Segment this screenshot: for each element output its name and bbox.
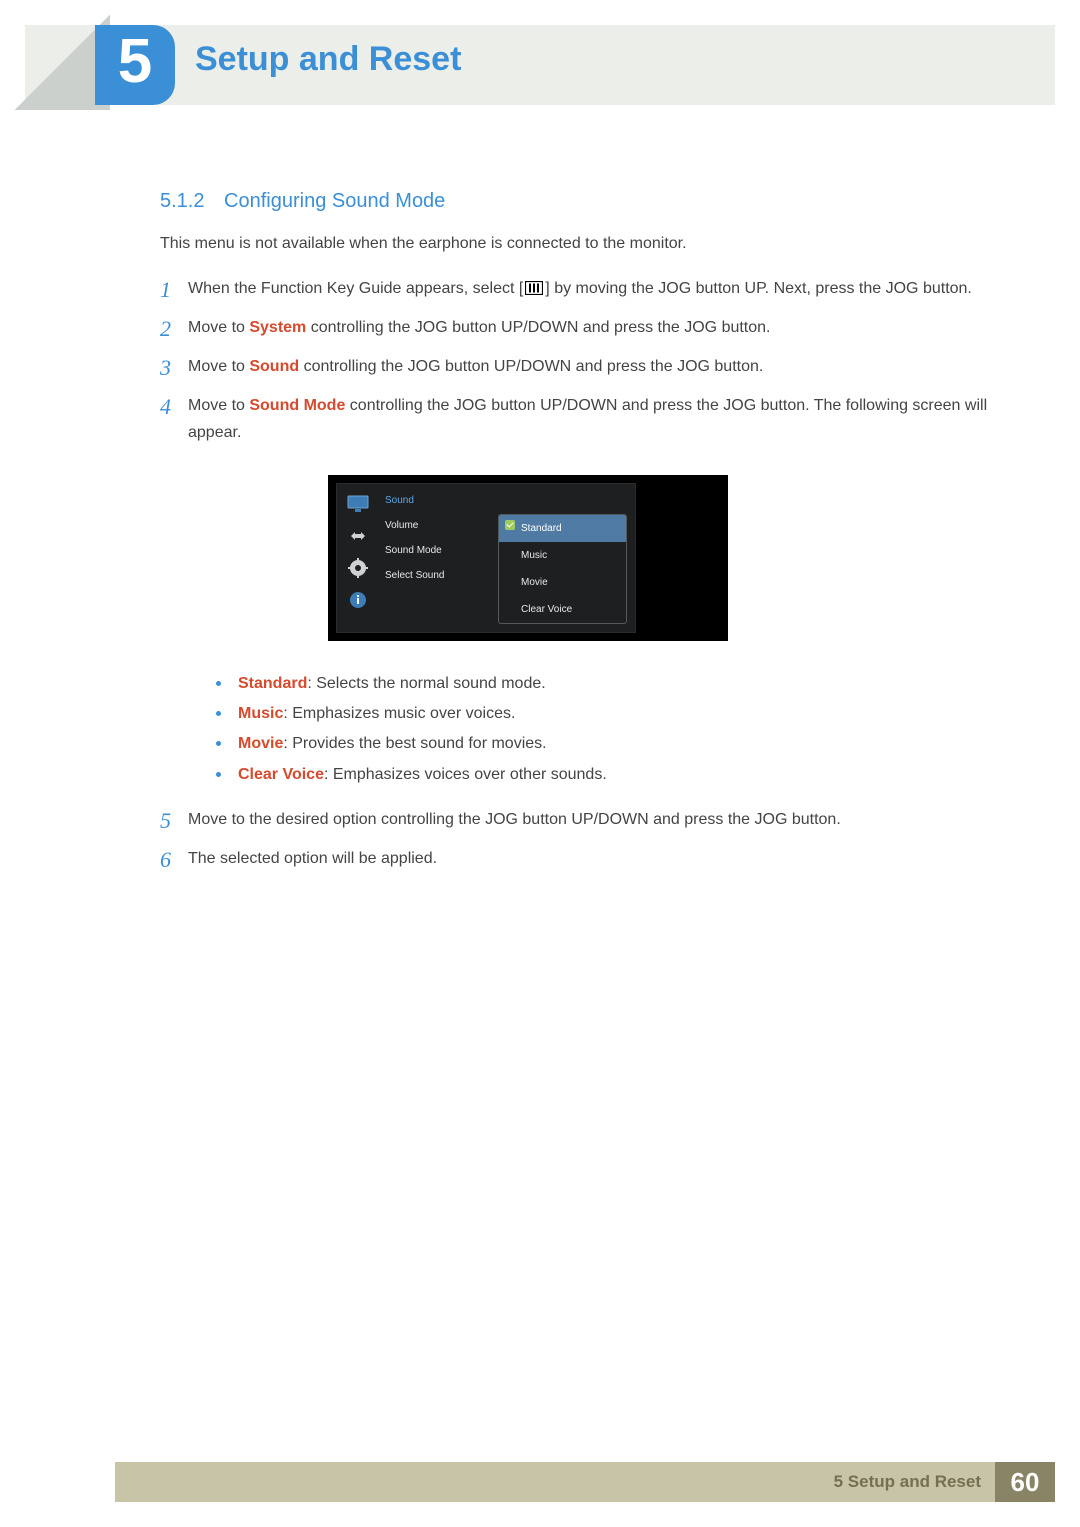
osd-options-column: Standard Music Movie Clear Voice xyxy=(494,484,635,632)
step-3-keyword: Sound xyxy=(249,358,299,375)
step-3: Move to Sound controlling the JOG button… xyxy=(160,353,990,380)
step-4: Move to Sound Mode controlling the JOG b… xyxy=(160,392,990,790)
osd-option-standard: Standard xyxy=(499,515,626,542)
gear-icon xyxy=(347,558,369,578)
step-2-text-b: controlling the JOG button UP/DOWN and p… xyxy=(306,319,770,336)
desc-clear-voice: Clear Voice: Emphasizes voices over othe… xyxy=(216,760,990,790)
osd-options-list: Standard Music Movie Clear Voice xyxy=(498,514,627,624)
osd-menu-volume: Volume xyxy=(385,517,484,534)
osd-sidebar xyxy=(337,484,379,632)
step-6: The selected option will be applied. xyxy=(160,845,990,872)
step-5: Move to the desired option controlling t… xyxy=(160,806,990,833)
footer-label: 5 Setup and Reset xyxy=(834,1472,995,1492)
osd-option-clear-voice: Clear Voice xyxy=(499,596,626,623)
osd-menu-column: Sound Volume Sound Mode Select Sound xyxy=(379,484,494,632)
header-bar xyxy=(25,25,1055,105)
desc-standard: Standard: Selects the normal sound mode. xyxy=(216,669,990,699)
desc-standard-text: : Selects the normal sound mode. xyxy=(307,675,545,692)
footer-page-number: 60 xyxy=(995,1462,1055,1502)
footer-bar: 5 Setup and Reset 60 xyxy=(115,1462,1055,1502)
manual-page: 5 Setup and Reset 5.1.2 Configuring Soun… xyxy=(0,0,1080,1527)
section-heading: 5.1.2 Configuring Sound Mode xyxy=(160,190,990,213)
osd-menu-sound-mode: Sound Mode xyxy=(385,542,484,559)
step-1-text-b: ] by moving the JOG button UP. Next, pre… xyxy=(545,280,972,297)
desc-clear-voice-kw: Clear Voice xyxy=(238,766,324,783)
desc-music: Music: Emphasizes music over voices. xyxy=(216,699,990,729)
step-4-text-a: Move to xyxy=(188,397,249,414)
step-1-text-a: When the Function Key Guide appears, sel… xyxy=(188,280,523,297)
step-2-keyword: System xyxy=(249,319,306,336)
step-2: Move to System controlling the JOG butto… xyxy=(160,314,990,341)
step-3-text-a: Move to xyxy=(188,358,249,375)
steps-list: When the Function Key Guide appears, sel… xyxy=(160,275,990,873)
osd-panel: Sound Volume Sound Mode Select Sound Sta… xyxy=(336,483,636,633)
arrows-icon xyxy=(347,526,369,546)
step-3-text-b: controlling the JOG button UP/DOWN and p… xyxy=(299,358,763,375)
osd-option-movie: Movie xyxy=(499,569,626,596)
osd-black-fill xyxy=(636,483,720,633)
step-6-text: The selected option will be applied. xyxy=(188,850,437,867)
desc-movie: Movie: Provides the best sound for movie… xyxy=(216,729,990,759)
desc-standard-kw: Standard xyxy=(238,675,307,692)
step-1: When the Function Key Guide appears, sel… xyxy=(160,275,990,302)
osd-category: Sound xyxy=(385,492,484,509)
mode-description-list: Standard: Selects the normal sound mode.… xyxy=(188,669,990,791)
step-4-keyword: Sound Mode xyxy=(249,397,345,414)
osd-screenshot: Sound Volume Sound Mode Select Sound Sta… xyxy=(328,475,728,641)
desc-music-text: : Emphasizes music over voices. xyxy=(283,705,515,722)
menu-icon xyxy=(525,281,543,295)
section-title: Configuring Sound Mode xyxy=(224,190,445,212)
step-5-text: Move to the desired option controlling t… xyxy=(188,811,841,828)
info-icon xyxy=(347,590,369,610)
desc-movie-kw: Movie xyxy=(238,735,283,752)
lead-paragraph: This menu is not available when the earp… xyxy=(160,231,990,257)
chapter-number-badge: 5 xyxy=(95,25,175,105)
osd-option-music: Music xyxy=(499,542,626,569)
content-body: 5.1.2 Configuring Sound Mode This menu i… xyxy=(160,190,990,884)
monitor-icon xyxy=(347,494,369,514)
desc-music-kw: Music xyxy=(238,705,283,722)
step-2-text-a: Move to xyxy=(188,319,249,336)
chapter-title: Setup and Reset xyxy=(195,40,461,79)
section-number: 5.1.2 xyxy=(160,190,204,212)
desc-clear-voice-text: : Emphasizes voices over other sounds. xyxy=(324,766,607,783)
desc-movie-text: : Provides the best sound for movies. xyxy=(283,735,546,752)
osd-menu-select-sound: Select Sound xyxy=(385,567,484,584)
